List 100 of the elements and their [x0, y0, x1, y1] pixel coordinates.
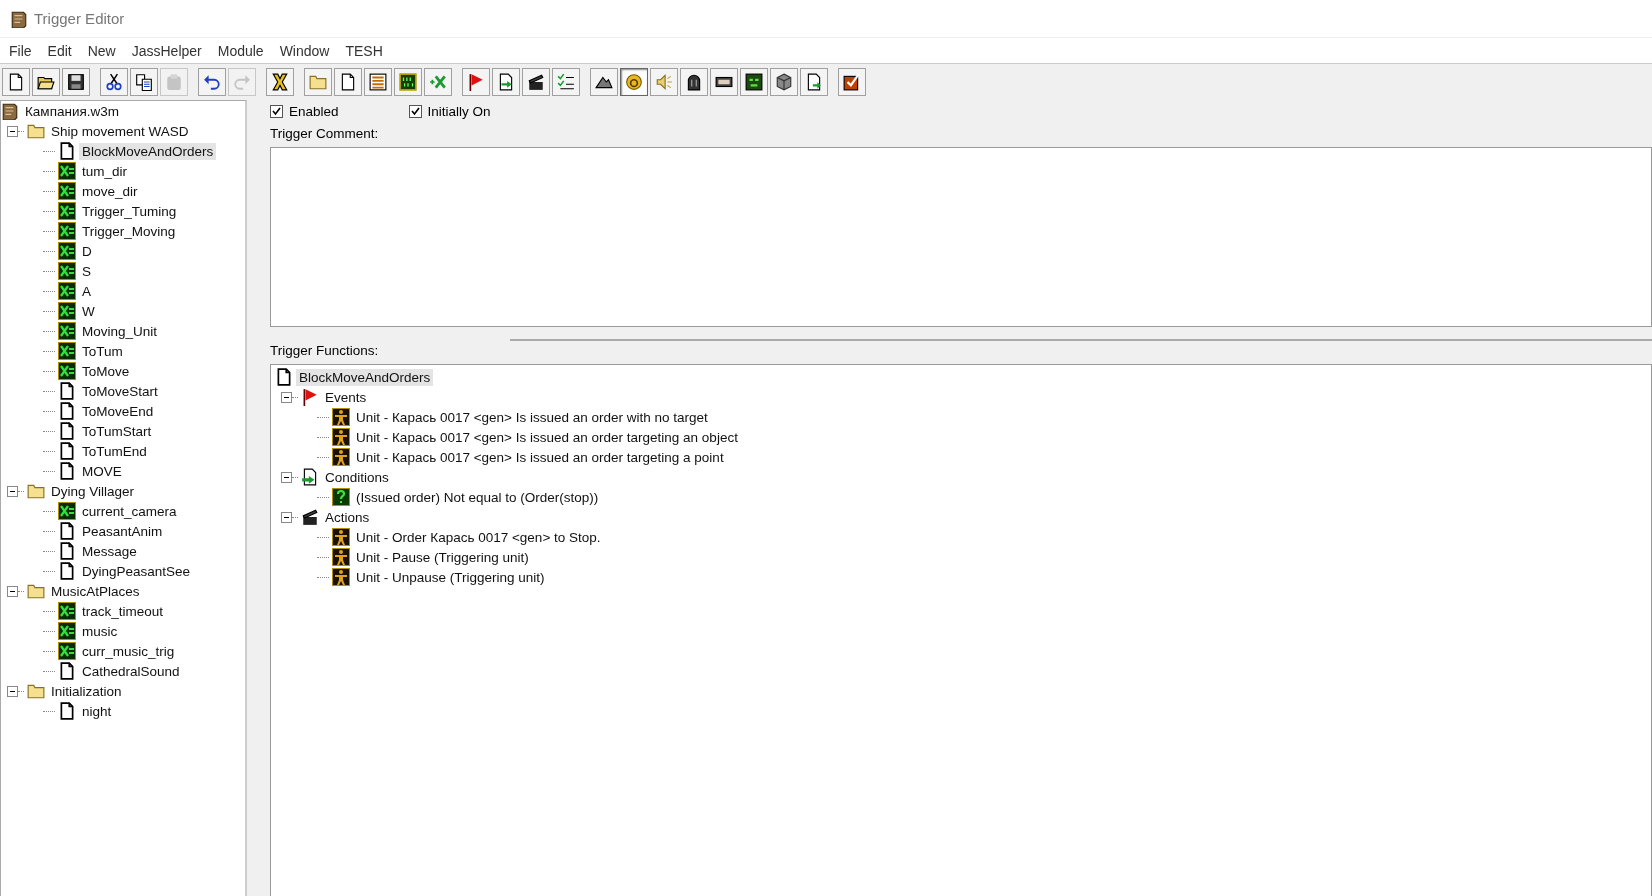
toolbar-button[interactable] — [590, 68, 618, 96]
variable-x-icon — [58, 222, 76, 240]
collapse-icon[interactable] — [7, 485, 18, 497]
tree-item[interactable]: curr_music_trig — [79, 642, 178, 660]
menu-item[interactable]: New — [80, 40, 123, 61]
toolbar-button[interactable] — [2, 68, 30, 96]
tree-item[interactable]: BlockMoveAndOrders — [79, 142, 217, 160]
page-arrow-icon — [301, 468, 319, 486]
menu-item[interactable]: Window — [272, 40, 337, 61]
tree-item[interactable]: move_dir — [79, 182, 141, 200]
menu-item[interactable]: JassHelper — [124, 40, 209, 61]
menu-item[interactable]: File — [2, 40, 39, 61]
tree-item[interactable]: BlockMoveAndOrders — [296, 368, 434, 386]
toolbar-button[interactable] — [492, 68, 520, 96]
figure-icon — [332, 408, 350, 426]
tree-item[interactable]: Unit - Карась 0017 <gen> Is issued an order targeting an object — [353, 428, 741, 446]
tree-item[interactable]: Trigger_Tuming — [79, 202, 180, 220]
variable-x-icon — [58, 642, 76, 660]
toolbar-button[interactable] — [620, 68, 648, 96]
toolbar-button[interactable] — [740, 68, 768, 96]
toolbar-button[interactable] — [680, 68, 708, 96]
tree-item[interactable]: CathedralSound — [79, 662, 183, 680]
checkbox[interactable] — [408, 104, 422, 118]
tree-item[interactable]: DyingPeasantSee — [79, 562, 194, 580]
tree-item[interactable]: ToTum — [79, 342, 126, 360]
menu-item[interactable]: TESH — [338, 40, 390, 61]
toolbar-button[interactable] — [266, 68, 294, 96]
tree-item[interactable]: A — [79, 282, 94, 300]
tree-item[interactable]: S — [79, 262, 94, 280]
collapse-icon[interactable] — [7, 585, 18, 597]
figure-icon — [332, 448, 350, 466]
tree-item[interactable]: Trigger_Moving — [79, 222, 179, 240]
collapse-icon[interactable] — [7, 125, 18, 137]
toolbar-button[interactable] — [62, 68, 90, 96]
collapse-icon[interactable] — [281, 391, 292, 403]
toolbar-button[interactable] — [32, 68, 60, 96]
tree-item[interactable]: Кампания.w3m — [22, 102, 123, 120]
tree-item[interactable]: Events — [322, 388, 370, 406]
helmet-icon — [685, 73, 703, 91]
tree-item[interactable]: Unit - Order Карась 0017 <gen> to Stop. — [353, 528, 604, 546]
collapse-icon[interactable] — [7, 685, 18, 697]
toolbar-button[interactable] — [462, 68, 490, 96]
checkbox-icon — [843, 73, 861, 91]
tree-item[interactable]: Unit - Unpause (Triggering unit) — [353, 568, 548, 586]
tree-item[interactable]: night — [79, 702, 115, 720]
page-icon — [58, 422, 76, 440]
x-plus-icon — [429, 73, 447, 91]
toolbar-button[interactable] — [198, 68, 226, 96]
variable-x-icon — [58, 182, 76, 200]
tree-item[interactable]: ToTumEnd — [79, 442, 150, 460]
figure-icon — [332, 428, 350, 446]
tree-item[interactable]: ToMove — [79, 362, 133, 380]
tree-item[interactable]: W — [79, 302, 98, 320]
tree-item[interactable]: Unit - Карась 0017 <gen> Is issued an order with no target — [353, 408, 711, 426]
tree-item[interactable]: D — [79, 242, 95, 260]
tree-item[interactable]: PeasantAnim — [79, 522, 166, 540]
toolbar-button[interactable] — [394, 68, 422, 96]
checkbox[interactable] — [270, 104, 283, 118]
toolbar-button[interactable] — [552, 68, 580, 96]
variable-x-icon — [58, 322, 76, 340]
map-scroll-icon — [10, 9, 28, 28]
tree-item[interactable]: (Issued order) Not equal to (Order(stop)) — [353, 488, 602, 506]
collapse-icon[interactable] — [281, 511, 292, 523]
toolbar-button[interactable] — [838, 68, 866, 96]
toolbar-button[interactable] — [800, 68, 828, 96]
tree-item[interactable]: track_timeout — [79, 602, 167, 620]
tree-item[interactable]: tum_dir — [79, 162, 130, 180]
tree-item[interactable]: Message — [79, 542, 140, 560]
tree-item[interactable]: Unit - Карась 0017 <gen> Is issued an order targeting a point — [353, 448, 727, 466]
figure-icon — [332, 548, 350, 566]
clapperboard-icon — [527, 73, 545, 91]
comment-field[interactable] — [270, 147, 1652, 327]
tree-item[interactable]: ToMoveEnd — [79, 402, 157, 420]
toolbar-button[interactable] — [522, 68, 550, 96]
tree-item[interactable]: Dying Villager — [48, 482, 138, 500]
toolbar-button[interactable] — [770, 68, 798, 96]
toolbar-button[interactable] — [130, 68, 158, 96]
tree-item[interactable]: ToMoveStart — [79, 382, 161, 400]
menu-item[interactable]: Edit — [40, 40, 79, 61]
tree-item[interactable]: Moving_Unit — [79, 322, 161, 340]
collapse-icon[interactable] — [281, 471, 292, 483]
tree-item[interactable]: Conditions — [322, 468, 392, 486]
toolbar-button[interactable] — [100, 68, 128, 96]
figure-icon — [332, 568, 350, 586]
tree-item[interactable]: MusicAtPlaces — [48, 582, 143, 600]
toolbar-button[interactable] — [364, 68, 392, 96]
tree-item[interactable]: Ship movement WASD — [48, 122, 192, 140]
tree-item[interactable]: music — [79, 622, 121, 640]
variable-x-icon — [58, 342, 76, 360]
tree-item[interactable]: Actions — [322, 508, 373, 526]
toolbar-button[interactable] — [334, 68, 362, 96]
menu-item[interactable]: Module — [210, 40, 271, 61]
tree-item[interactable]: Initialization — [48, 682, 125, 700]
tree-item[interactable]: MOVE — [79, 462, 125, 480]
tree-item[interactable]: current_camera — [79, 502, 180, 520]
flag-icon — [467, 73, 485, 91]
tree-item[interactable]: Unit - Pause (Triggering unit) — [353, 548, 532, 566]
toolbar-button[interactable] — [710, 68, 738, 96]
tree-item[interactable]: ToTumStart — [79, 422, 155, 440]
variable-x-icon — [58, 162, 76, 180]
